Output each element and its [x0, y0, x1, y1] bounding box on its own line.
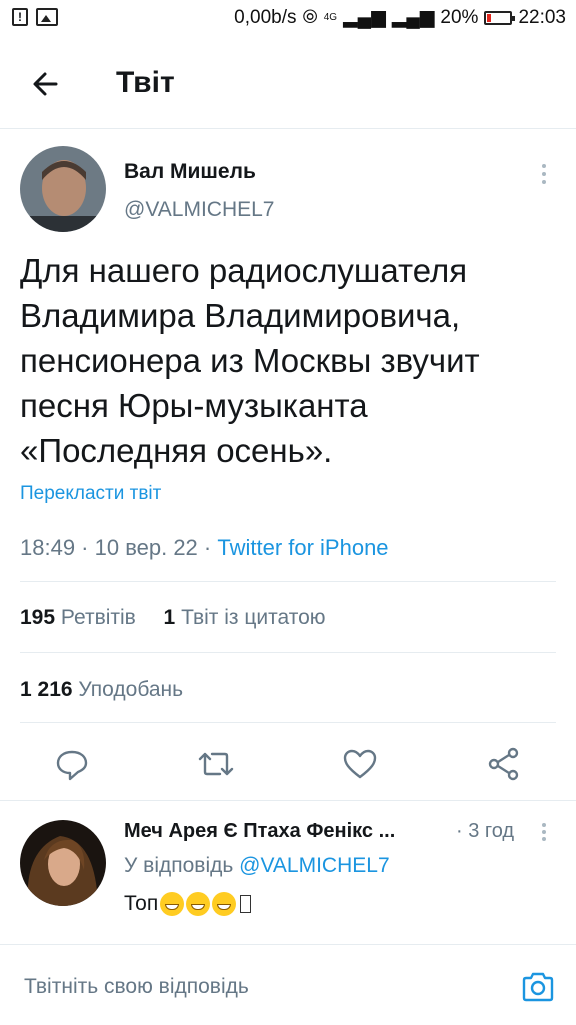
retweets-label: Ретвітів — [60, 606, 136, 629]
tweet-meta: 18:49 · 10 вер. 22 · Twitter for iPhone — [20, 535, 389, 561]
divider — [20, 652, 556, 653]
image-icon — [36, 8, 58, 26]
reply-button[interactable] — [52, 744, 92, 784]
divider — [20, 581, 556, 582]
grinning-face-icon — [212, 892, 237, 916]
divider — [20, 722, 556, 723]
arrow-left-icon — [33, 72, 58, 96]
reply-to-label: У відповідь — [124, 854, 240, 877]
like-stats[interactable]: 1 216 Уподобань — [20, 678, 183, 702]
quotes-label: Твіт із цитатою — [181, 606, 326, 629]
translate-tweet-link[interactable]: Перекласти твіт — [20, 483, 161, 505]
alert-icon: ! — [12, 8, 28, 26]
reply-to: У відповідь @VALMICHEL7 — [124, 854, 390, 878]
author-avatar[interactable] — [20, 146, 106, 232]
more-vertical-icon — [542, 164, 546, 184]
signal-icon-2: ▂▄▆ — [391, 7, 435, 28]
more-vertical-icon — [542, 823, 546, 841]
like-icon — [343, 749, 377, 779]
retweet-icon — [198, 752, 234, 776]
camera-button[interactable] — [520, 969, 556, 1005]
net-speed: 0,00b/s — [234, 6, 297, 28]
reply-author-avatar[interactable] — [20, 820, 106, 906]
reply-time: · 3 год — [456, 820, 515, 842]
retweets-count: 195 — [20, 606, 56, 629]
back-button[interactable] — [24, 62, 68, 106]
grinning-face-icon — [186, 892, 211, 916]
share-icon — [488, 747, 519, 781]
hotspot-icon: ⦾ — [302, 6, 318, 28]
top-bar: Твіт — [0, 36, 576, 129]
tweet-source-link[interactable]: Twitter for iPhone — [217, 535, 388, 560]
battery-percent: 20% — [440, 6, 479, 28]
likes-count: 1 216 — [20, 678, 73, 701]
grinning-face-icon — [160, 892, 185, 916]
share-button[interactable] — [484, 744, 524, 784]
page-title: Твіт — [116, 66, 175, 99]
like-button[interactable] — [340, 744, 380, 784]
author-handle[interactable]: @VALMICHEL7 — [124, 198, 274, 222]
reply-icon — [56, 750, 88, 781]
camera-icon — [522, 972, 554, 1002]
status-bar: ! 0,00b/s ⦾ 4G ▂▄▆ ▂▄▆ 20% 22:03 — [0, 0, 576, 36]
more-options-button[interactable] — [530, 160, 558, 188]
retweet-button[interactable] — [196, 744, 236, 784]
tweet-timestamp: 18:49 · 10 вер. 22 · — [20, 535, 218, 560]
network-type: 4G — [323, 12, 338, 23]
reply-to-handle[interactable]: @VALMICHEL7 — [239, 854, 389, 877]
tweet-text: Для нашего радиослушателя Владимира Влад… — [20, 252, 480, 469]
quotes-count: 1 — [163, 606, 176, 629]
reply-input[interactable]: Твітніть свою відповідь — [24, 975, 249, 999]
reply-more-button[interactable] — [532, 820, 556, 844]
reply-text: Топ — [124, 892, 252, 916]
battery-icon — [484, 10, 516, 25]
clock: 22:03 — [518, 6, 566, 28]
reply-author-name[interactable]: Меч Арея Є Птаха Фенікс ... — [124, 820, 395, 843]
likes-label: Уподобань — [78, 678, 184, 701]
missing-glyph-icon — [240, 895, 252, 913]
author-name[interactable]: Вал Мишель — [124, 160, 256, 184]
divider — [0, 800, 576, 801]
retweet-stats[interactable]: 195 Ретвітів 1 Твіт із цитатою — [20, 606, 326, 630]
signal-icon: ▂▄▆ — [343, 7, 386, 28]
reply-text-content: Топ — [124, 892, 159, 915]
reply-composer[interactable]: Твітніть свою відповідь — [0, 944, 576, 1025]
